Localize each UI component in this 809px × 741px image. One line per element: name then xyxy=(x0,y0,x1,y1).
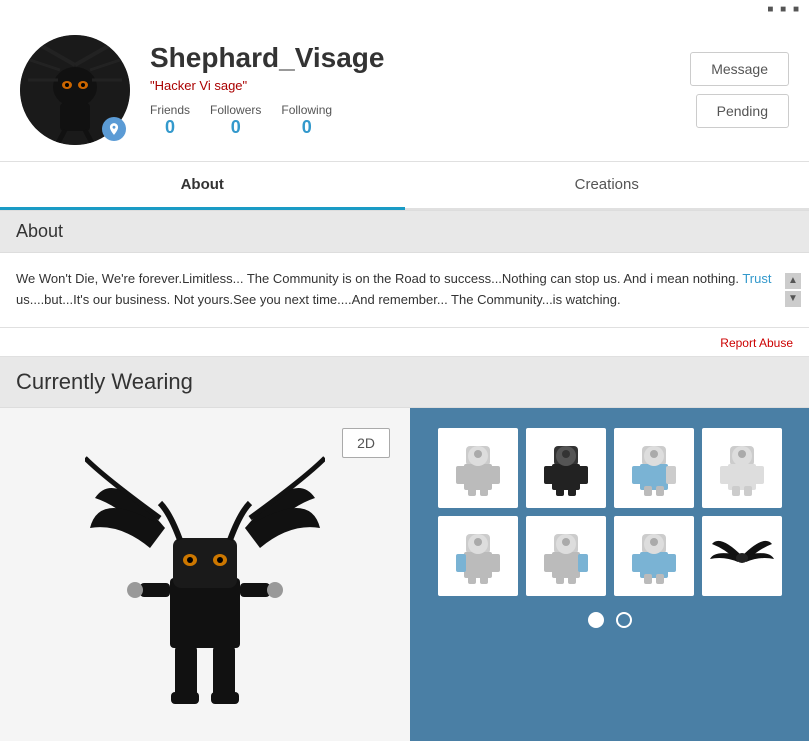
wearing-section-header: Currently Wearing xyxy=(0,357,809,408)
following-label: Following xyxy=(281,103,332,117)
stat-following: Following 0 xyxy=(281,103,332,138)
report-abuse-row: Report Abuse xyxy=(0,328,809,357)
about-section-header: About xyxy=(0,210,809,253)
item-cell-7[interactable] xyxy=(614,516,694,596)
item-cell-6[interactable] xyxy=(526,516,606,596)
btn-2d[interactable]: 2D xyxy=(342,428,390,458)
trust-link[interactable]: Trust xyxy=(742,271,771,286)
friends-value: 0 xyxy=(165,117,175,138)
tab-creations[interactable]: Creations xyxy=(405,162,809,210)
stat-friends: Friends 0 xyxy=(150,103,190,138)
items-grid-wrap xyxy=(410,408,809,741)
tabs: About Creations xyxy=(0,162,809,210)
scroll-up-button[interactable]: ▲ xyxy=(785,273,801,289)
item-cell-2[interactable] xyxy=(526,428,606,508)
character-svg xyxy=(85,448,325,718)
scroll-down-button[interactable]: ▼ xyxy=(785,291,801,307)
tab-about[interactable]: About xyxy=(0,162,405,210)
message-button[interactable]: Message xyxy=(690,52,789,86)
profile-tagline: "Hacker Vi sage" xyxy=(150,78,690,93)
character-art xyxy=(85,448,325,721)
profile-actions: Message Pending xyxy=(690,52,789,128)
followers-value: 0 xyxy=(231,117,241,138)
avatar-wrap xyxy=(20,35,130,145)
pagination-dots xyxy=(588,612,632,628)
friends-label: Friends xyxy=(150,103,190,117)
item-cell-3[interactable] xyxy=(614,428,694,508)
stats-row: Friends 0 Followers 0 Following 0 xyxy=(150,103,690,138)
report-abuse-link[interactable]: Report Abuse xyxy=(720,336,793,350)
item-cell-1[interactable] xyxy=(438,428,518,508)
character-preview: 2D xyxy=(0,408,410,741)
item-cell-4[interactable] xyxy=(702,428,782,508)
avatar-badge xyxy=(102,117,126,141)
top-bar: ■ ■ ■ xyxy=(0,0,809,19)
about-content: We Won't Die, We're forever.Limitless...… xyxy=(0,253,809,328)
menu-dots[interactable]: ■ ■ ■ xyxy=(767,4,801,15)
wearing-body: 2D xyxy=(0,408,809,741)
stat-followers: Followers 0 xyxy=(210,103,261,138)
pagination-dot-1[interactable] xyxy=(588,612,604,628)
pending-button[interactable]: Pending xyxy=(696,94,789,128)
item-cell-5[interactable] xyxy=(438,516,518,596)
following-value: 0 xyxy=(302,117,312,138)
followers-label: Followers xyxy=(210,103,261,117)
about-text: We Won't Die, We're forever.Limitless...… xyxy=(16,269,793,311)
scroll-buttons: ▲ ▼ xyxy=(785,273,801,307)
pagination-dot-2[interactable] xyxy=(616,612,632,628)
profile-header: Shephard_Visage "Hacker Vi sage" Friends… xyxy=(0,19,809,162)
item-cell-8[interactable] xyxy=(702,516,782,596)
profile-username: Shephard_Visage xyxy=(150,42,690,74)
profile-info: Shephard_Visage "Hacker Vi sage" Friends… xyxy=(150,42,690,138)
items-grid xyxy=(438,428,782,596)
